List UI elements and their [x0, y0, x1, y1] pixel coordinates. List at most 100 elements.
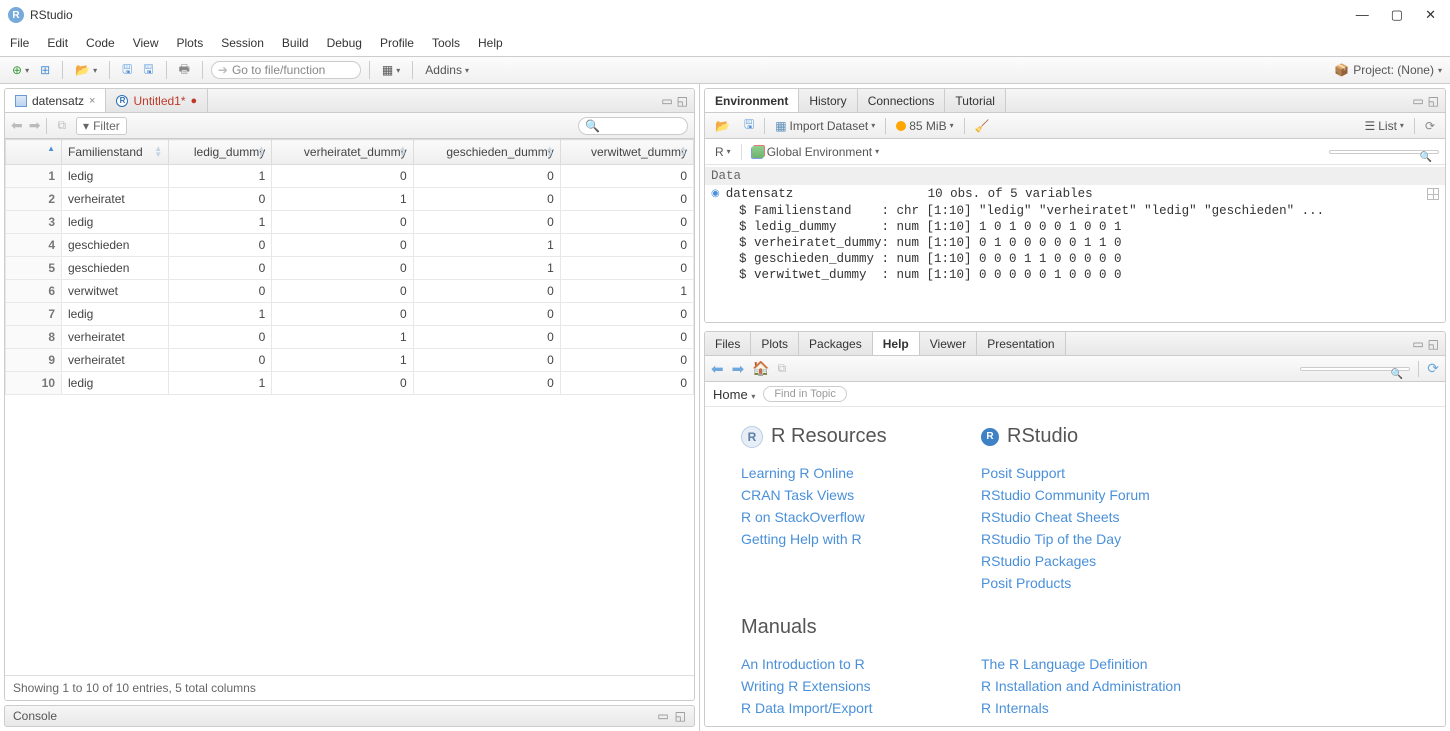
menu-tools[interactable]: Tools: [423, 32, 469, 54]
clear-workspace-button[interactable]: 🧹: [971, 117, 994, 135]
expand-icon[interactable]: ◉: [711, 188, 720, 200]
env-object-row[interactable]: ◉ datensatz 10 obs. of 5 variables: [705, 185, 1445, 203]
help-link[interactable]: RStudio Community Forum: [981, 484, 1161, 506]
save-all-button[interactable]: 🖫: [139, 58, 157, 83]
help-content[interactable]: RR Resources Learning R OnlineCRAN Task …: [705, 407, 1445, 726]
tab-viewer[interactable]: Viewer: [920, 332, 977, 355]
tab-help[interactable]: Help: [873, 332, 920, 355]
table-row[interactable]: 9verheiratet0100: [6, 349, 694, 372]
help-home-button[interactable]: 🏠: [752, 360, 769, 377]
maximize-pane-icon[interactable]: ◱: [677, 94, 688, 108]
load-workspace-button[interactable]: 📂: [711, 117, 734, 135]
help-link[interactable]: The R Language Definition: [981, 653, 1181, 675]
help-breadcrumb[interactable]: Home ▾: [713, 387, 755, 402]
new-project-button[interactable]: ⊞: [36, 61, 54, 79]
env-variable-row[interactable]: $ verwitwet_dummy : num [1:10] 0 0 0 0 0…: [705, 267, 1445, 283]
env-language-selector[interactable]: R ▾: [711, 143, 735, 161]
help-link[interactable]: CRAN Task Views: [741, 484, 921, 506]
close-icon[interactable]: ×: [89, 95, 95, 107]
col-header[interactable]: verheiratet_dummy▲▼: [272, 140, 413, 165]
addins-button[interactable]: Addins ▾: [421, 61, 473, 79]
table-row[interactable]: 5geschieden0010: [6, 257, 694, 280]
env-search-input[interactable]: [1329, 150, 1439, 154]
minimize-pane-icon[interactable]: ▭: [657, 709, 668, 723]
table-row[interactable]: 8verheiratet0100: [6, 326, 694, 349]
col-header[interactable]: Familienstand▲▼: [62, 140, 169, 165]
maximize-pane-icon[interactable]: ◱: [675, 709, 686, 723]
memory-usage[interactable]: 85 MiB ▾: [892, 117, 957, 135]
env-variable-row[interactable]: $ ledig_dummy : num [1:10] 1 0 1 0 0 0 1…: [705, 219, 1445, 235]
help-link[interactable]: RStudio Packages: [981, 550, 1161, 572]
env-variable-row[interactable]: $ verheiratet_dummy: num [1:10] 0 1 0 0 …: [705, 235, 1445, 251]
data-grid[interactable]: ▲ Familienstand▲▼ ledig_dummy▲▼ verheira…: [5, 139, 694, 675]
tab-history[interactable]: History: [799, 89, 857, 112]
save-workspace-button[interactable]: 🖫: [740, 113, 758, 138]
filter-button[interactable]: ▾Filter: [76, 117, 127, 135]
menu-profile[interactable]: Profile: [371, 32, 423, 54]
table-row[interactable]: 7ledig1000: [6, 303, 694, 326]
table-row[interactable]: 3ledig1000: [6, 211, 694, 234]
menu-code[interactable]: Code: [77, 32, 124, 54]
grid-button[interactable]: ▦▾: [378, 61, 404, 79]
tab-tutorial[interactable]: Tutorial: [945, 89, 1006, 112]
help-link[interactable]: Getting Help with R: [741, 528, 921, 550]
data-search-input[interactable]: 🔍: [578, 117, 688, 135]
help-link[interactable]: Learning R Online: [741, 462, 921, 484]
tab-packages[interactable]: Packages: [799, 332, 873, 355]
menu-help[interactable]: Help: [469, 32, 512, 54]
console-pane-header[interactable]: Console ▭ ◱: [4, 705, 695, 727]
popout-button[interactable]: ⧉: [53, 116, 70, 135]
tab-environment[interactable]: Environment: [705, 89, 799, 112]
help-popout-button[interactable]: ⧉: [778, 361, 787, 376]
help-link[interactable]: R Installation and Administration: [981, 675, 1181, 697]
help-link[interactable]: Posit Support: [981, 462, 1161, 484]
maximize-pane-icon[interactable]: ◱: [1428, 337, 1439, 351]
help-link[interactable]: R Internals: [981, 697, 1181, 719]
tab-presentation[interactable]: Presentation: [977, 332, 1065, 355]
menu-edit[interactable]: Edit: [38, 32, 77, 54]
back-arrow-icon[interactable]: ⬅: [11, 117, 23, 134]
refresh-env-button[interactable]: ⟳: [1421, 117, 1439, 135]
view-data-icon[interactable]: [1427, 188, 1439, 200]
project-selector[interactable]: 📦Project: (None) ▾: [1334, 63, 1442, 77]
rownum-header[interactable]: ▲: [6, 140, 62, 165]
close-icon[interactable]: ●: [191, 95, 198, 107]
table-row[interactable]: 10ledig1000: [6, 372, 694, 395]
open-file-button[interactable]: 📂▾: [71, 61, 101, 79]
tab-files[interactable]: Files: [705, 332, 751, 355]
tab-datensatz[interactable]: datensatz ×: [5, 89, 106, 112]
menu-session[interactable]: Session: [212, 32, 273, 54]
table-row[interactable]: 2verheiratet0100: [6, 188, 694, 211]
help-link[interactable]: An Introduction to R: [741, 653, 921, 675]
env-variable-row[interactable]: $ Familienstand : chr [1:10] "ledig" "ve…: [705, 203, 1445, 219]
help-search-input[interactable]: [1300, 367, 1410, 371]
forward-arrow-icon[interactable]: ➡: [29, 117, 41, 134]
col-header[interactable]: ledig_dummy▲▼: [169, 140, 272, 165]
goto-file-input[interactable]: ➔Go to file/function: [211, 61, 361, 79]
new-file-button[interactable]: ⊕▾: [8, 61, 33, 79]
maximize-button[interactable]: ▢: [1391, 7, 1403, 23]
tab-untitled1[interactable]: R Untitled1* ●: [106, 89, 208, 112]
table-row[interactable]: 4geschieden0010: [6, 234, 694, 257]
col-header[interactable]: geschieden_dummy▲▼: [413, 140, 560, 165]
menu-view[interactable]: View: [124, 32, 168, 54]
col-header[interactable]: verwitwet_dummy▲▼: [560, 140, 693, 165]
print-button[interactable]: 🖶: [175, 58, 194, 83]
import-dataset-button[interactable]: ▦Import Dataset ▾: [771, 117, 879, 135]
menu-debug[interactable]: Debug: [318, 32, 371, 54]
tab-plots[interactable]: Plots: [751, 332, 799, 355]
minimize-pane-icon[interactable]: ▭: [1412, 94, 1423, 108]
help-link[interactable]: Writing R Extensions: [741, 675, 921, 697]
close-button[interactable]: ✕: [1425, 7, 1436, 23]
help-link[interactable]: R Data Import/Export: [741, 697, 921, 719]
minimize-pane-icon[interactable]: ▭: [661, 94, 672, 108]
help-refresh-button[interactable]: ⟳: [1427, 360, 1439, 377]
tab-connections[interactable]: Connections: [858, 89, 946, 112]
menu-build[interactable]: Build: [273, 32, 318, 54]
menu-file[interactable]: File: [6, 32, 38, 54]
help-link[interactable]: RStudio Cheat Sheets: [981, 506, 1161, 528]
help-link[interactable]: RStudio Tip of the Day: [981, 528, 1161, 550]
help-forward-button[interactable]: ➡: [732, 360, 745, 378]
table-row[interactable]: 1ledig1000: [6, 165, 694, 188]
minimize-button[interactable]: —: [1356, 7, 1369, 23]
